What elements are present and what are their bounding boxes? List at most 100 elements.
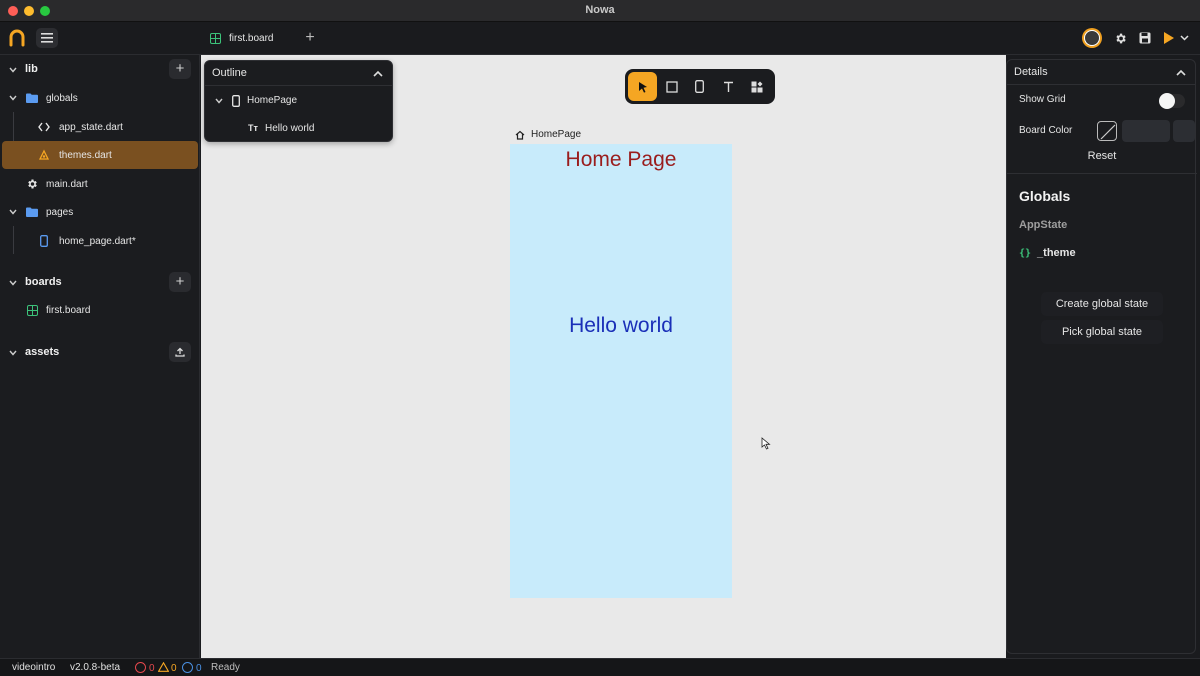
section-assets[interactable]: assets xyxy=(0,338,200,366)
tree-item-first-board[interactable]: first.board xyxy=(0,296,200,324)
details-title: Details xyxy=(1014,66,1048,78)
widgets-tool[interactable] xyxy=(742,72,771,101)
info-count[interactable]: 0 xyxy=(182,662,202,674)
outline-item-label: Hello world xyxy=(265,123,315,134)
outline-item-homepage[interactable]: HomePage xyxy=(205,88,392,114)
save-button[interactable] xyxy=(1137,30,1153,46)
chevron-up-icon[interactable] xyxy=(372,68,384,80)
widgets-icon xyxy=(751,81,762,92)
project-sidebar: lib + globals app_state.dart themes.dart… xyxy=(0,55,200,658)
board-color-swatch[interactable] xyxy=(1122,120,1170,142)
play-icon xyxy=(1163,32,1174,44)
tree-item-app-state[interactable]: app_state.dart xyxy=(0,113,200,141)
tab-first-board[interactable]: first.board xyxy=(204,28,279,48)
chevron-down-icon xyxy=(9,350,17,356)
show-grid-toggle[interactable] xyxy=(1159,93,1185,109)
main-menu-button[interactable] xyxy=(36,28,58,48)
add-tab-button[interactable]: + xyxy=(300,28,320,48)
homepage-frame[interactable]: Home Page Hello world xyxy=(510,144,732,598)
folder-icon xyxy=(26,206,38,218)
status-text: Ready xyxy=(211,662,240,673)
chevron-down-icon xyxy=(215,98,223,104)
user-avatar[interactable] xyxy=(1082,28,1102,48)
upload-asset-button[interactable] xyxy=(169,342,191,362)
run-options-button[interactable] xyxy=(1176,30,1192,46)
status-bar: videointro v2.0.8-beta 0 0 0 Ready xyxy=(0,658,1200,676)
globals-heading: Globals xyxy=(1019,188,1071,204)
reset-button[interactable]: Reset xyxy=(1007,150,1197,162)
chevron-down-icon xyxy=(9,95,17,101)
hello-world-text[interactable]: Hello world xyxy=(510,314,732,338)
no-color-swatch[interactable] xyxy=(1097,121,1117,141)
tree-item-label: globals xyxy=(46,92,78,104)
mouse-cursor-icon xyxy=(761,437,771,450)
braces-icon: {} xyxy=(1019,247,1032,259)
text-tool[interactable] xyxy=(714,72,743,101)
hamburger-icon xyxy=(41,33,53,43)
window-titlebar: Nowa xyxy=(0,0,1200,22)
details-header[interactable]: Details xyxy=(1007,60,1195,85)
text-icon: Tт xyxy=(248,123,258,133)
gear-icon xyxy=(26,178,38,190)
board-grid-icon xyxy=(26,304,38,316)
tree-item-pages[interactable]: pages xyxy=(0,198,200,226)
add-board-button[interactable]: + xyxy=(169,272,191,292)
tree-item-label: pages xyxy=(46,206,74,218)
nowa-logo-icon[interactable] xyxy=(8,29,26,47)
warning-count[interactable]: 0 xyxy=(157,661,177,674)
tree-item-label: first.board xyxy=(46,304,91,316)
tree-item-label: main.dart xyxy=(46,178,88,190)
section-label: lib xyxy=(25,63,38,75)
window-title: Nowa xyxy=(585,4,615,16)
pick-global-state-button[interactable]: Pick global state xyxy=(1041,320,1163,344)
tree-item-label: themes.dart xyxy=(59,149,112,161)
rectangle-tool[interactable] xyxy=(657,72,686,101)
pointer-tool[interactable] xyxy=(628,72,657,101)
tree-item-themes[interactable]: themes.dart xyxy=(2,141,198,169)
home-page-title[interactable]: Home Page xyxy=(510,148,732,172)
upload-icon xyxy=(175,347,185,357)
error-icon xyxy=(135,662,146,673)
outline-item-hello-world[interactable]: Tт Hello world xyxy=(205,116,392,142)
screen-tool[interactable] xyxy=(685,72,714,101)
warning-count-value: 0 xyxy=(171,663,177,674)
tree-item-globals[interactable]: globals xyxy=(0,84,200,112)
outline-item-label: HomePage xyxy=(247,95,298,106)
tree-item-home-page[interactable]: home_page.dart* xyxy=(0,227,200,255)
pointer-icon xyxy=(638,81,647,93)
add-lib-item-button[interactable]: + xyxy=(169,59,191,79)
info-count-value: 0 xyxy=(196,663,202,674)
chevron-up-icon[interactable] xyxy=(1175,67,1187,79)
board-color-swatch-alt[interactable] xyxy=(1173,120,1195,142)
section-boards[interactable]: boards + xyxy=(0,268,200,296)
tab-label: first.board xyxy=(229,32,274,44)
frame-label[interactable]: HomePage xyxy=(515,129,581,140)
palette-icon xyxy=(38,149,50,161)
settings-button[interactable] xyxy=(1112,30,1128,46)
tree-item-label: app_state.dart xyxy=(59,121,123,133)
tree-item-label: home_page.dart* xyxy=(59,235,136,247)
outline-header[interactable]: Outline xyxy=(205,61,392,86)
create-global-state-button[interactable]: Create global state xyxy=(1041,292,1163,316)
board-color-label: Board Color xyxy=(1019,125,1073,136)
run-button[interactable] xyxy=(1160,30,1176,46)
version-label: v2.0.8-beta xyxy=(70,662,121,673)
details-panel: Details Show Grid Board Color Reset Glob… xyxy=(1006,59,1197,654)
appstate-label: AppState xyxy=(1019,219,1068,231)
folder-icon xyxy=(26,92,38,104)
phone-icon xyxy=(695,80,704,93)
show-grid-label: Show Grid xyxy=(1019,94,1066,105)
frame-label-text: HomePage xyxy=(531,129,582,140)
section-lib[interactable]: lib + xyxy=(0,55,200,83)
gear-icon xyxy=(1115,33,1126,43)
save-icon xyxy=(1139,32,1151,44)
phone-icon xyxy=(232,95,240,107)
outline-title: Outline xyxy=(212,67,247,79)
chevron-down-icon xyxy=(9,209,17,215)
text-tool-icon xyxy=(724,81,733,92)
warning-icon xyxy=(157,661,170,672)
tree-item-main[interactable]: main.dart xyxy=(0,170,200,198)
global-theme-item[interactable]: {} _theme xyxy=(1019,247,1076,259)
divider xyxy=(1007,173,1197,174)
error-count[interactable]: 0 xyxy=(135,662,155,674)
